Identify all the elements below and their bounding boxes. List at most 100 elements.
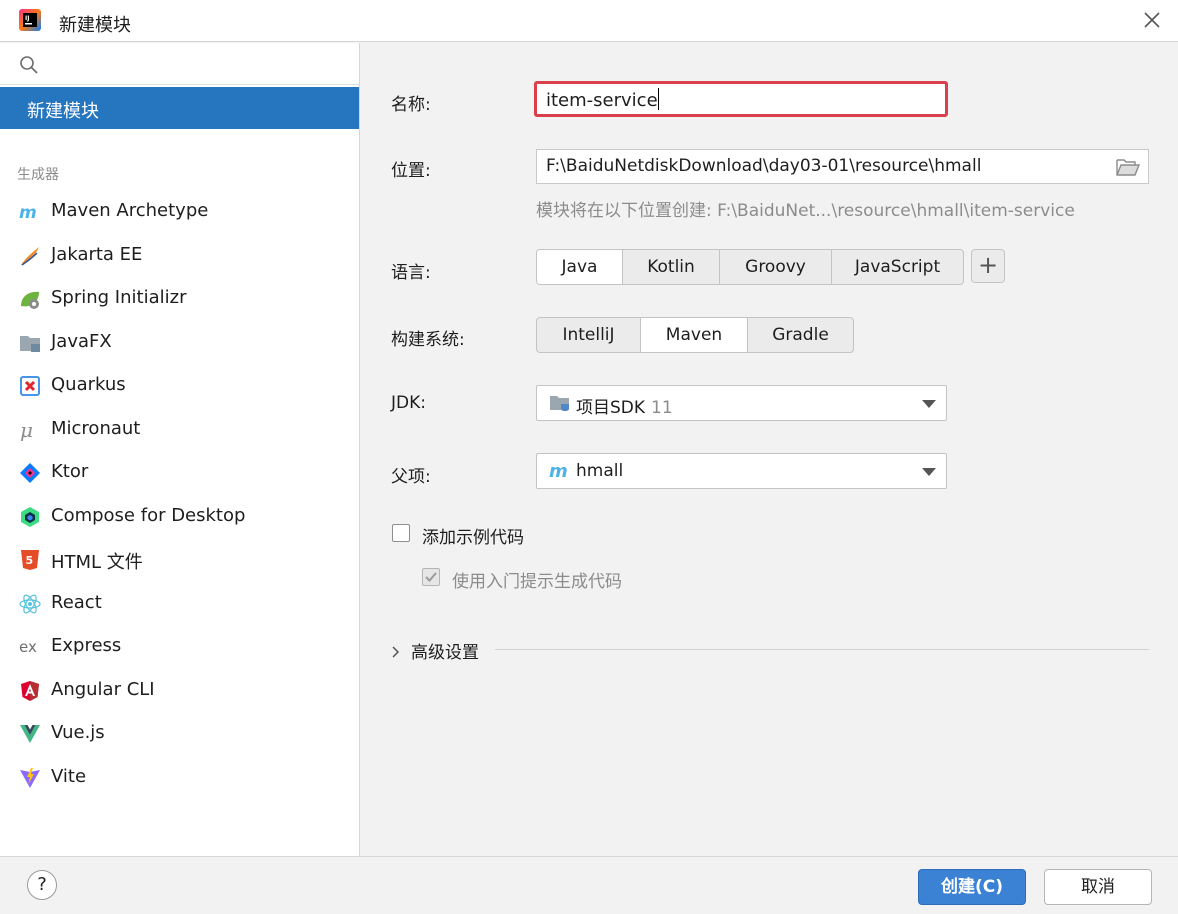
sidebar: 新建模块 生成器 m Maven Archetype Jakarta EE Sp…: [0, 43, 360, 856]
create-button[interactable]: 创建(C): [918, 869, 1026, 905]
jdk-label: JDK:: [391, 393, 426, 413]
text-caret: [658, 88, 659, 110]
name-input-value: item-service: [546, 90, 658, 111]
cancel-button[interactable]: 取消: [1044, 869, 1152, 905]
footer: ? 创建(C) 取消: [0, 856, 1178, 914]
help-button[interactable]: ?: [27, 870, 57, 900]
javafx-icon: [20, 336, 40, 352]
react-icon: [19, 594, 41, 614]
title-bar: IJ 新建模块: [0, 0, 1178, 42]
generator-label: Compose for Desktop: [51, 505, 246, 526]
name-label: 名称:: [391, 95, 431, 115]
location-input-value: F:\BaiduNetdiskDownload\day03-01\resourc…: [546, 156, 982, 176]
angular-icon: [21, 681, 39, 701]
parent-dropdown[interactable]: m hmall: [536, 453, 947, 489]
html5-icon: 5: [21, 550, 39, 570]
name-input[interactable]: item-service: [534, 81, 948, 117]
generator-label: Micronaut: [51, 418, 141, 439]
generator-label: Vue.js: [51, 722, 105, 743]
generator-label: Quarkus: [51, 374, 126, 395]
language-selector: Java Kotlin Groovy JavaScript: [536, 249, 964, 285]
location-hint: 模块将在以下位置创建: F:\BaiduNet...\resource\hmal…: [536, 201, 1075, 221]
divider: [495, 649, 1149, 650]
chevron-down-icon: [922, 400, 936, 408]
generator-vue-js[interactable]: Vue.js: [0, 714, 359, 754]
checkmark-icon: [425, 572, 437, 582]
build-option-intellij[interactable]: IntelliJ: [537, 318, 641, 352]
generator-jakarta-ee[interactable]: Jakarta EE: [0, 236, 359, 276]
language-option-kotlin[interactable]: Kotlin: [623, 250, 720, 284]
generator-vite[interactable]: Vite: [0, 758, 359, 798]
search-bar[interactable]: [0, 43, 359, 85]
quarkus-icon: [20, 376, 40, 396]
build-system-label: 构建系统:: [391, 330, 465, 350]
parent-label: 父项:: [391, 467, 431, 487]
generator-express[interactable]: ex Express: [0, 627, 359, 667]
generator-compose-for-desktop[interactable]: Compose for Desktop: [0, 497, 359, 537]
generator-quarkus[interactable]: Quarkus: [0, 366, 359, 406]
sidebar-item-new-module[interactable]: 新建模块: [0, 87, 359, 129]
location-input[interactable]: F:\BaiduNetdiskDownload\day03-01\resourc…: [536, 149, 1149, 184]
close-icon[interactable]: [1142, 10, 1162, 30]
generator-label: Maven Archetype: [51, 200, 209, 221]
sample-code-label: 添加示例代码: [422, 528, 524, 548]
spring-icon: [21, 291, 39, 309]
svg-text:IJ: IJ: [25, 15, 29, 22]
language-option-java[interactable]: Java: [537, 250, 623, 284]
svg-text:μ: μ: [20, 419, 33, 441]
compose-icon: [21, 507, 39, 527]
generator-label: React: [51, 592, 102, 613]
jdk-value: 项目SDK: [576, 398, 646, 418]
generator-label: Angular CLI: [51, 679, 155, 700]
folder-browse-icon[interactable]: [1116, 158, 1140, 176]
ktor-icon: [20, 463, 40, 483]
svg-text:5: 5: [26, 554, 34, 567]
advanced-settings-toggle[interactable]: 高级设置: [391, 638, 479, 663]
intellij-icon: IJ: [19, 9, 41, 31]
generators-group-label: 生成器: [17, 167, 59, 183]
generator-spring-initializr[interactable]: Spring Initializr: [0, 279, 359, 319]
vue-icon: [20, 725, 40, 743]
parent-value: hmall: [576, 461, 624, 481]
generator-html-file[interactable]: 5 HTML 文件: [0, 540, 359, 580]
generator-ktor[interactable]: Ktor: [0, 453, 359, 493]
generator-maven-archetype[interactable]: m Maven Archetype: [0, 192, 359, 232]
svg-text:ex: ex: [19, 638, 37, 656]
language-option-javascript[interactable]: JavaScript: [832, 250, 963, 284]
generator-label: JavaFX: [51, 331, 112, 352]
micronaut-icon: μ: [20, 419, 33, 441]
jakarta-ee-icon: [21, 247, 39, 266]
generator-angular-cli[interactable]: Angular CLI: [0, 671, 359, 711]
add-language-button[interactable]: +: [971, 249, 1005, 283]
build-system-selector: IntelliJ Maven Gradle: [536, 317, 854, 353]
generator-label: Spring Initializr: [51, 287, 187, 308]
sdk-folder-icon: [550, 396, 569, 411]
maven-icon: m: [19, 203, 37, 223]
vite-icon: [20, 768, 40, 788]
advanced-settings-label: 高级设置: [411, 643, 479, 663]
onboarding-checkbox[interactable]: [422, 568, 440, 586]
svg-text:m: m: [19, 203, 37, 223]
language-option-groovy[interactable]: Groovy: [720, 250, 832, 284]
generator-label: Vite: [51, 766, 87, 787]
generator-micronaut[interactable]: μ Micronaut: [0, 410, 359, 450]
sample-code-checkbox[interactable]: [392, 524, 410, 542]
search-icon: [20, 56, 38, 74]
window-title: 新建模块: [59, 15, 131, 36]
build-option-gradle[interactable]: Gradle: [748, 318, 853, 352]
chevron-down-icon: [922, 468, 936, 476]
build-option-maven[interactable]: Maven: [641, 318, 748, 352]
sidebar-item-label: 新建模块: [27, 101, 99, 122]
module-form: 名称: item-service 位置: F:\BaiduNetdiskDown…: [361, 43, 1178, 856]
location-label: 位置:: [391, 161, 431, 181]
jdk-dropdown[interactable]: 项目SDK 11: [536, 385, 947, 421]
generator-react[interactable]: React: [0, 584, 359, 624]
language-label: 语言:: [391, 263, 431, 283]
generator-label: Ktor: [51, 461, 89, 482]
onboarding-label: 使用入门提示生成代码: [452, 572, 622, 592]
generator-label: HTML 文件: [51, 552, 143, 573]
express-icon: ex: [19, 638, 37, 656]
generator-javafx[interactable]: JavaFX: [0, 323, 359, 363]
generator-label: Express: [51, 635, 122, 656]
search-input[interactable]: [50, 49, 354, 79]
